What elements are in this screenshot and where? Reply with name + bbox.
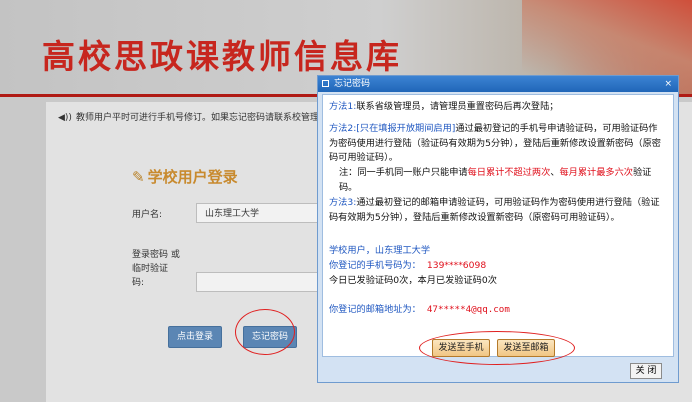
note-prefix: 注：同一手机同一账户只能申请 [339, 167, 468, 178]
method1-text: 联系省级管理员，请管理员重置密码后再次登陆； [356, 101, 559, 112]
highlight-forgot-button [235, 309, 295, 355]
login-title: ✎ 学校用户登录 [132, 166, 238, 187]
login-title-text: 学校用户登录 [147, 168, 238, 186]
method3-heading: 方法3: [329, 197, 357, 208]
pen-icon: ✎ [132, 168, 145, 186]
sent-count-line: 今日已发验证码0次，本月已发验证码0次 [329, 275, 497, 286]
phone-line: 你登记的手机号码为： 139****6098 [329, 259, 665, 274]
email-line: 你登记的邮箱地址为： 47*****4@qq.com [329, 303, 665, 318]
note-monthly-limit: 每月累计最多六次 [559, 167, 634, 178]
close-button[interactable]: 关 闭 [630, 363, 662, 379]
method2-condition: [只在填报开放期间启用] [356, 123, 456, 134]
close-icon[interactable]: × [664, 76, 672, 92]
method3-text: 通过最初登记的邮箱申请验证码，可用验证码作为密码使用进行登陆（验证码有效期为5分… [329, 197, 660, 223]
school-line: 学校用户，山东理工大学 [329, 245, 431, 256]
note-separator: 、 [550, 167, 560, 178]
method1-heading: 方法1: [329, 101, 357, 112]
speaker-icon: ◀)) [58, 113, 72, 123]
notice-row: ◀)) 教师用户平时可进行手机号修订。如果忘记密码请联系校管理 [58, 110, 319, 123]
method3-paragraph: 方法3:通过最初登记的邮箱申请验证码，可用验证码作为密码使用进行登陆（验证码有效… [329, 196, 665, 225]
username-label: 用户名: [132, 210, 163, 220]
phone-value: 139****6098 [426, 260, 487, 271]
dialog-titlebar: 忘记密码 × [318, 76, 678, 92]
highlight-send-buttons [419, 331, 575, 365]
site-title: 高校思政课教师信息库 [42, 37, 402, 76]
email-label: 你登记的邮箱地址为： [329, 304, 421, 315]
window-icon [322, 80, 329, 87]
dialog-title: 忘记密码 [334, 79, 371, 89]
username-input[interactable]: 山东理工大学 [196, 203, 326, 223]
login-button[interactable]: 点击登录 [168, 326, 222, 348]
notice-text: 教师用户平时可进行手机号修订。如果忘记密码请联系校管理 [75, 113, 319, 123]
dialog-body: 方法1:联系省级管理员，请管理员重置密码后再次登陆； 方法2:[只在填报开放期间… [322, 94, 674, 357]
password-label-3: 码: [132, 278, 145, 288]
password-label-2: 临时验证 [132, 264, 169, 274]
method2-heading: 方法2: [329, 123, 357, 134]
method2-paragraph: 方法2:[只在填报开放期间启用]通过最初登记的手机号申请验证码，可用验证码作为密… [329, 122, 665, 166]
email-value: 47*****4@qq.com [426, 304, 510, 315]
password-input[interactable] [196, 272, 326, 292]
note-daily-limit: 每日累计不超过两次 [467, 167, 551, 178]
method1-paragraph: 方法1:联系省级管理员，请管理员重置密码后再次登陆； [329, 100, 665, 115]
phone-label: 你登记的手机号码为： [329, 260, 421, 271]
note-paragraph: 注：同一手机同一账户只能申请每日累计不超过两次、每月累计最多六次验证码。 [339, 166, 665, 195]
password-label-1: 登录密码 或 [132, 250, 180, 260]
